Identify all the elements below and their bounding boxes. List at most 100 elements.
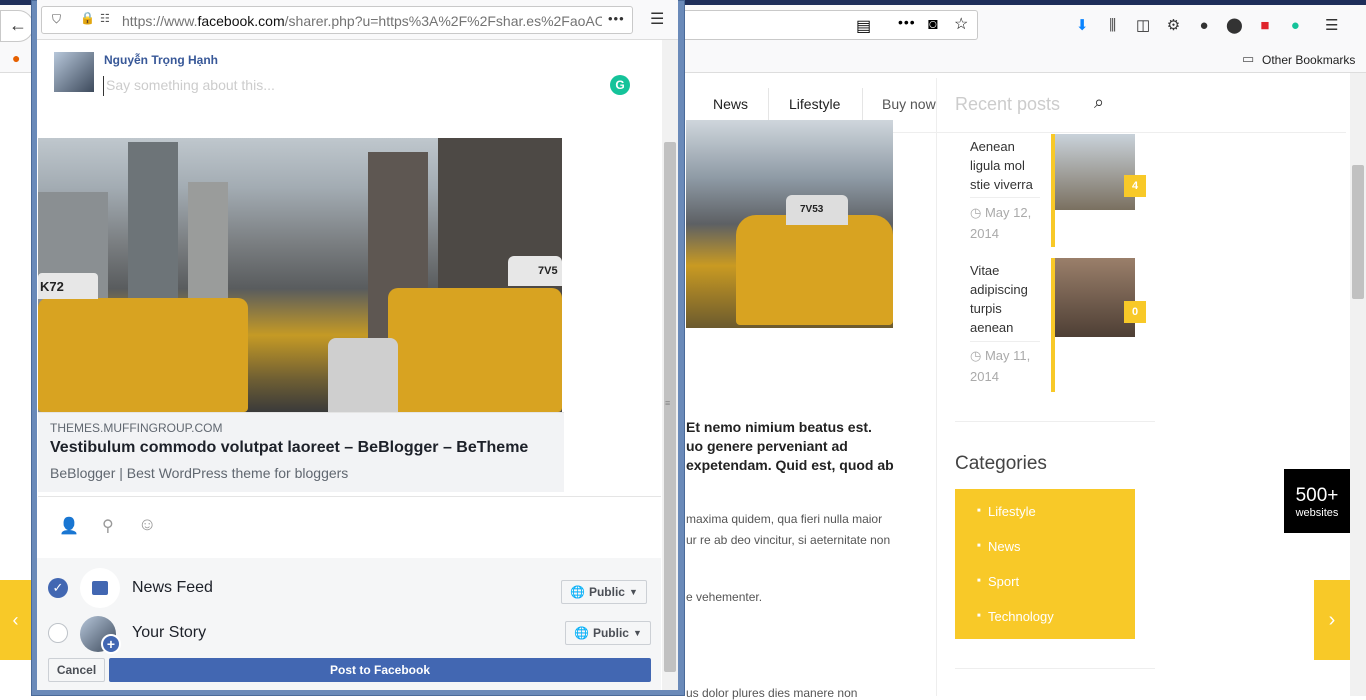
nav-news[interactable]: News bbox=[713, 96, 748, 112]
pocket-icon[interactable]: ◙ bbox=[928, 16, 938, 34]
extension-icon[interactable]: ⬤ bbox=[1224, 14, 1244, 36]
save-extension-icon[interactable]: ■ bbox=[1255, 14, 1275, 36]
reader-view-icon[interactable]: ▤ bbox=[856, 16, 871, 36]
popup-url-bar[interactable]: ⛉ 🔒 ☷ https://www.facebook.com/sharer.ph… bbox=[41, 6, 633, 34]
your-story-label[interactable]: Your Story bbox=[132, 624, 206, 642]
slider-prev-button[interactable]: ‹ bbox=[0, 580, 31, 660]
taxi-sign: K72 bbox=[38, 273, 98, 299]
user-name[interactable]: Nguyễn Trọng Hạnh bbox=[104, 53, 218, 67]
separator bbox=[970, 197, 1040, 198]
popup-url-text[interactable]: https://www.facebook.com/sharer.php?u=ht… bbox=[122, 13, 602, 29]
download-icon[interactable]: ⬇ bbox=[1072, 14, 1092, 36]
back-arrow-icon: ← bbox=[9, 15, 27, 35]
separator bbox=[955, 668, 1155, 669]
link-domain: THEMES.MUFFINGROUP.COM bbox=[50, 421, 223, 435]
grammarly-icon[interactable]: G bbox=[610, 75, 630, 95]
your-story-checkbox[interactable] bbox=[48, 623, 68, 643]
composer-placeholder: Say something about this... bbox=[106, 77, 275, 93]
tag-people-icon[interactable]: 👤 bbox=[59, 516, 79, 536]
recent-post-item[interactable]: Aenean ligula mol stie viverra ◷ May 12,… bbox=[955, 134, 1051, 249]
article-text-line: ur re ab deo vincitur, si aeternitate no… bbox=[686, 533, 891, 547]
websites-badge[interactable]: 500+ websites bbox=[1284, 469, 1350, 533]
add-story-icon: + bbox=[101, 634, 121, 654]
category-sport[interactable]: Sport bbox=[977, 574, 1019, 589]
location-pin-icon[interactable]: ⚲ bbox=[102, 516, 114, 536]
extension-gear-icon[interactable]: ⚙ bbox=[1163, 14, 1183, 36]
nav-divider bbox=[768, 88, 769, 120]
firefox-icon: ● bbox=[12, 50, 21, 66]
browser-toolbar-icons: ⬇ ⫼ ◫ ⚙ ● ⬤ ■ ● ☰ bbox=[1072, 12, 1342, 38]
globe-icon: 🌐 bbox=[574, 626, 589, 640]
site-featured-image: 7V53 bbox=[686, 120, 893, 328]
categories-list: Lifestyle News Sport Technology bbox=[955, 489, 1135, 639]
sidebar-divider bbox=[936, 78, 937, 696]
link-description: BeBlogger | Best WordPress theme for blo… bbox=[50, 465, 349, 481]
search-icon[interactable]: ⌕ bbox=[1094, 92, 1104, 113]
page-scroll-thumb[interactable] bbox=[1352, 165, 1364, 299]
library-icon[interactable]: ⫼ bbox=[1102, 14, 1122, 36]
link-preview-meta[interactable]: THEMES.MUFFINGROUP.COM Vestibulum commod… bbox=[38, 412, 564, 492]
permissions-icon[interactable]: ☷ bbox=[100, 12, 110, 25]
taxi-sign: 7V5 bbox=[508, 256, 562, 286]
categories-heading: Categories bbox=[955, 453, 1047, 474]
separator bbox=[955, 421, 1155, 422]
article-bold-line: Et nemo nimium beatus est. bbox=[686, 419, 872, 435]
article-text-line: maxima quidem, qua fieri nulla maior bbox=[686, 512, 883, 526]
category-news[interactable]: News bbox=[977, 539, 1020, 554]
link-title[interactable]: Vestibulum commodo volutpat laoreet – Be… bbox=[50, 439, 528, 457]
category-technology[interactable]: Technology bbox=[977, 609, 1054, 624]
lock-icon[interactable]: 🔒 bbox=[80, 11, 95, 25]
folder-icon: ▭ bbox=[1242, 51, 1255, 66]
comment-count-badge: 4 bbox=[1124, 175, 1146, 197]
chevron-left-icon: ‹ bbox=[12, 609, 19, 630]
cancel-button[interactable]: Cancel bbox=[48, 658, 105, 682]
shield-icon[interactable]: ⛉ bbox=[52, 12, 61, 27]
taxi-sign: 7V53 bbox=[786, 195, 848, 225]
globe-icon: 🌐 bbox=[570, 585, 585, 599]
clock-icon: ◷ bbox=[970, 348, 982, 363]
recent-post-thumbnail[interactable] bbox=[1055, 134, 1135, 210]
back-button[interactable]: ← bbox=[0, 10, 34, 42]
recent-post-title[interactable]: Aenean ligula mol stie viverra bbox=[970, 137, 1033, 194]
caret-down-icon: ▼ bbox=[632, 628, 642, 638]
popup-menu-icon[interactable]: ☰ bbox=[650, 9, 664, 29]
link-preview-image[interactable]: K72 7V5 bbox=[38, 138, 562, 412]
recent-post-thumbnail[interactable] bbox=[1055, 258, 1135, 337]
chevron-right-icon: › bbox=[1328, 608, 1336, 631]
car-shape bbox=[328, 338, 398, 412]
your-story-privacy-select[interactable]: 🌐 Public ▼ bbox=[565, 621, 651, 645]
page-scrollbar[interactable] bbox=[1350, 73, 1366, 696]
category-lifestyle[interactable]: Lifestyle bbox=[977, 504, 1036, 519]
clock-icon: ◷ bbox=[970, 205, 982, 220]
separator bbox=[38, 496, 661, 497]
feeling-emoji-icon[interactable]: ☺ bbox=[138, 514, 156, 535]
nav-lifestyle[interactable]: Lifestyle bbox=[789, 96, 840, 112]
recent-post-item[interactable]: Vitae adipiscing turpis aenean ◷ May 11,… bbox=[955, 258, 1051, 392]
news-feed-privacy-select[interactable]: 🌐 Public ▼ bbox=[561, 580, 647, 604]
nav-buy-now[interactable]: Buy now bbox=[882, 96, 936, 112]
recent-post-date: ◷ May 12, 2014 bbox=[970, 205, 1032, 241]
composer-input[interactable]: Say something about this... bbox=[103, 76, 603, 96]
slider-next-button[interactable]: › bbox=[1314, 580, 1350, 660]
article-bold-line: expetendam. Quid est, quod ab bbox=[686, 457, 894, 473]
post-to-facebook-button[interactable]: Post to Facebook bbox=[109, 658, 651, 682]
popup-more-icon[interactable]: ••• bbox=[608, 11, 625, 26]
background-url-bar[interactable]: ▤ ••• ◙ ☆ bbox=[680, 10, 978, 40]
news-feed-label[interactable]: News Feed bbox=[132, 579, 213, 597]
article-bold-line: uo genere perveniant ad bbox=[686, 438, 848, 454]
nav-divider bbox=[862, 88, 863, 120]
account-icon[interactable]: ● bbox=[1194, 14, 1214, 36]
scroll-grip-icon: ≡ bbox=[665, 398, 671, 408]
comment-count-badge: 0 bbox=[1124, 301, 1146, 323]
more-actions-icon[interactable]: ••• bbox=[898, 14, 916, 30]
avatar bbox=[54, 52, 94, 92]
other-bookmarks[interactable]: Other Bookmarks bbox=[1262, 53, 1355, 67]
bookmark-star-icon[interactable]: ☆ bbox=[954, 14, 968, 34]
menu-icon[interactable]: ☰ bbox=[1322, 14, 1342, 36]
grammarly-icon[interactable]: ● bbox=[1285, 14, 1305, 36]
news-feed-checkbox[interactable]: ✓ bbox=[48, 578, 68, 598]
sidebar-icon[interactable]: ◫ bbox=[1133, 14, 1153, 36]
recent-posts-heading: Recent posts bbox=[955, 94, 1061, 114]
recent-post-title[interactable]: Vitae adipiscing turpis aenean bbox=[970, 261, 1028, 337]
taxi-shape bbox=[736, 215, 893, 325]
